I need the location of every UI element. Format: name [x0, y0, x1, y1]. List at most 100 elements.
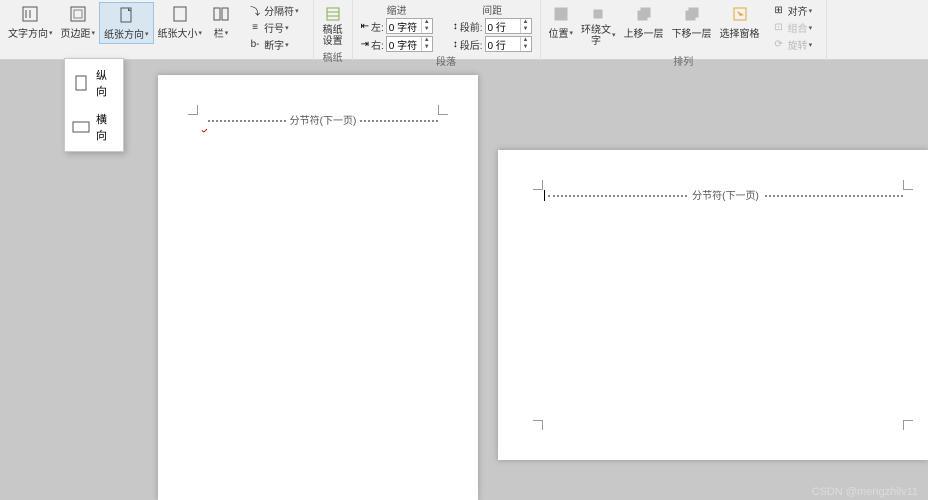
paper-setting-label: 稿纸 设置: [323, 25, 343, 47]
indent-left-label: 左:: [371, 19, 384, 34]
breaks-button[interactable]: ⤵分隔符▾: [244, 2, 303, 19]
watermark: CSDN @mengzhilv11: [812, 486, 918, 498]
portrait-option[interactable]: 纵向: [67, 61, 121, 105]
columns-button[interactable]: 栏▾: [206, 2, 236, 44]
spacing-before-label: 段前:: [460, 19, 483, 34]
text-direction-icon: [20, 4, 40, 24]
line-numbers-label: 行号: [264, 20, 284, 35]
spin-down[interactable]: ▼: [521, 44, 531, 51]
columns-icon: [211, 4, 231, 24]
selection-pane-label: 选择窗格: [720, 25, 760, 40]
wrap-label: 环绕文 字: [581, 25, 611, 47]
orientation-button[interactable]: 纸张方向▾: [99, 2, 154, 44]
hyphenation-icon: b-: [248, 38, 262, 52]
indent-left-spinner[interactable]: ▲▼: [386, 18, 433, 34]
spin-up[interactable]: ▲: [521, 19, 531, 26]
spacing-before-spinner[interactable]: ▲▼: [485, 18, 532, 34]
margin-corner: [188, 105, 198, 115]
workspace[interactable]: 分节符(下一页) 分节符(下一页): [0, 60, 928, 500]
chevron-down-icon: ▾: [285, 41, 289, 49]
position-label: 位置: [549, 25, 569, 40]
forward-icon: [634, 4, 654, 24]
margin-corner: [533, 420, 543, 430]
spin-down[interactable]: ▼: [422, 44, 432, 51]
group-icon: ⊡: [772, 21, 786, 35]
section-break-label: 分节符(下一页): [286, 112, 361, 127]
spacing-after-input[interactable]: [486, 39, 520, 50]
spacing-after-icon: ↕: [453, 39, 458, 50]
group-paragraph: 缩进 ⇤ 左: ▲▼ ⇥ 右: ▲▼: [353, 0, 541, 60]
squiggle-underline: [202, 119, 207, 129]
chevron-down-icon: ▾: [295, 7, 299, 15]
portrait-icon: [71, 76, 90, 90]
selection-pane-icon: [730, 4, 750, 24]
line-numbers-button[interactable]: ≡行号▾: [244, 19, 303, 36]
text-direction-button[interactable]: 文字方向▾: [4, 2, 57, 44]
group-obj-label: 组合: [788, 20, 808, 35]
margin-corner: [438, 105, 448, 115]
orientation-dropdown: 纵向 横向: [64, 58, 124, 152]
align-button[interactable]: ⊞对齐▾: [768, 2, 817, 19]
margins-icon: [68, 4, 88, 24]
breaks-label: 分隔符: [264, 3, 294, 18]
spacing-after-spinner[interactable]: ▲▼: [485, 36, 532, 52]
margins-button[interactable]: 页边距▾: [57, 2, 100, 44]
paragraph-group-label: 段落: [436, 53, 456, 70]
page-1[interactable]: 分节符(下一页): [158, 75, 478, 500]
text-cursor: [544, 190, 545, 201]
spin-up[interactable]: ▲: [422, 19, 432, 26]
paper-setting-button[interactable]: 稿纸 设置: [318, 2, 348, 49]
wrap-text-button: 环绕文 字▾: [577, 2, 620, 53]
margin-corner: [533, 180, 543, 190]
indent-right-label: 右:: [371, 37, 384, 52]
indent-header: 缩进: [361, 2, 433, 17]
margin-corner: [903, 420, 913, 430]
indent-left-input[interactable]: [387, 21, 421, 32]
rotate-icon: ⟳: [772, 38, 786, 52]
chevron-down-icon: ▾: [49, 29, 53, 37]
selection-pane-button[interactable]: 选择窗格: [716, 2, 764, 53]
position-button: 位置▾: [545, 2, 578, 53]
spin-down[interactable]: ▼: [422, 26, 432, 33]
margin-corner: [903, 180, 913, 190]
group-page-setup: 文字方向▾ 页边距▾ 纸张方向▾ 纸张大小▾: [0, 0, 240, 60]
size-button[interactable]: 纸张大小▾: [154, 2, 207, 44]
page-2[interactable]: 分节符(下一页): [498, 150, 928, 460]
backward-icon: [682, 4, 702, 24]
spacing-before-input[interactable]: [486, 21, 520, 32]
group-breaks: ⤵分隔符▾ ≡行号▾ b-断字▾: [240, 0, 314, 60]
landscape-icon: [71, 120, 90, 134]
rotate-label: 旋转: [788, 37, 808, 52]
indent-section: 缩进 ⇤ 左: ▲▼ ⇥ 右: ▲▼: [361, 2, 433, 53]
margins-label: 页边距: [61, 25, 91, 40]
spacing-section: 间距 ↕ 段前: ▲▼ ↕ 段后: ▲▼: [453, 2, 532, 53]
chevron-down-icon: ▾: [92, 29, 96, 37]
section-break: 分节符(下一页): [208, 119, 438, 120]
size-icon: [170, 4, 190, 24]
send-backward-button: 下移一层: [668, 2, 716, 53]
chevron-down-icon: ▾: [199, 29, 203, 37]
section-break: 分节符(下一页): [548, 194, 903, 195]
section-break-label: 分节符(下一页): [688, 187, 763, 202]
indent-right-input[interactable]: [387, 39, 421, 50]
chevron-down-icon: ▾: [145, 30, 149, 38]
rotate-button: ⟳旋转▾: [768, 36, 817, 53]
indent-right-icon: ⇥: [361, 39, 369, 50]
landscape-option[interactable]: 横向: [67, 105, 121, 149]
orientation-icon: [116, 5, 136, 25]
portrait-label: 纵向: [96, 67, 117, 99]
indent-right-spinner[interactable]: ▲▼: [386, 36, 433, 52]
hyphenation-label: 断字: [264, 37, 284, 52]
group-paper: 稿纸 设置 稿纸: [314, 0, 353, 60]
spacing-before-icon: ↕: [453, 21, 458, 32]
hyphenation-button[interactable]: b-断字▾: [244, 36, 303, 53]
chevron-down-icon: ▾: [225, 29, 229, 37]
spin-down[interactable]: ▼: [521, 26, 531, 33]
spacing-header: 间距: [453, 2, 532, 17]
spacing-after-label: 段后:: [460, 37, 483, 52]
columns-label: 栏: [214, 25, 224, 40]
spin-up[interactable]: ▲: [422, 37, 432, 44]
paper-group-label: 稿纸: [323, 49, 343, 66]
chevron-down-icon: ▾: [285, 24, 289, 32]
spin-up[interactable]: ▲: [521, 37, 531, 44]
